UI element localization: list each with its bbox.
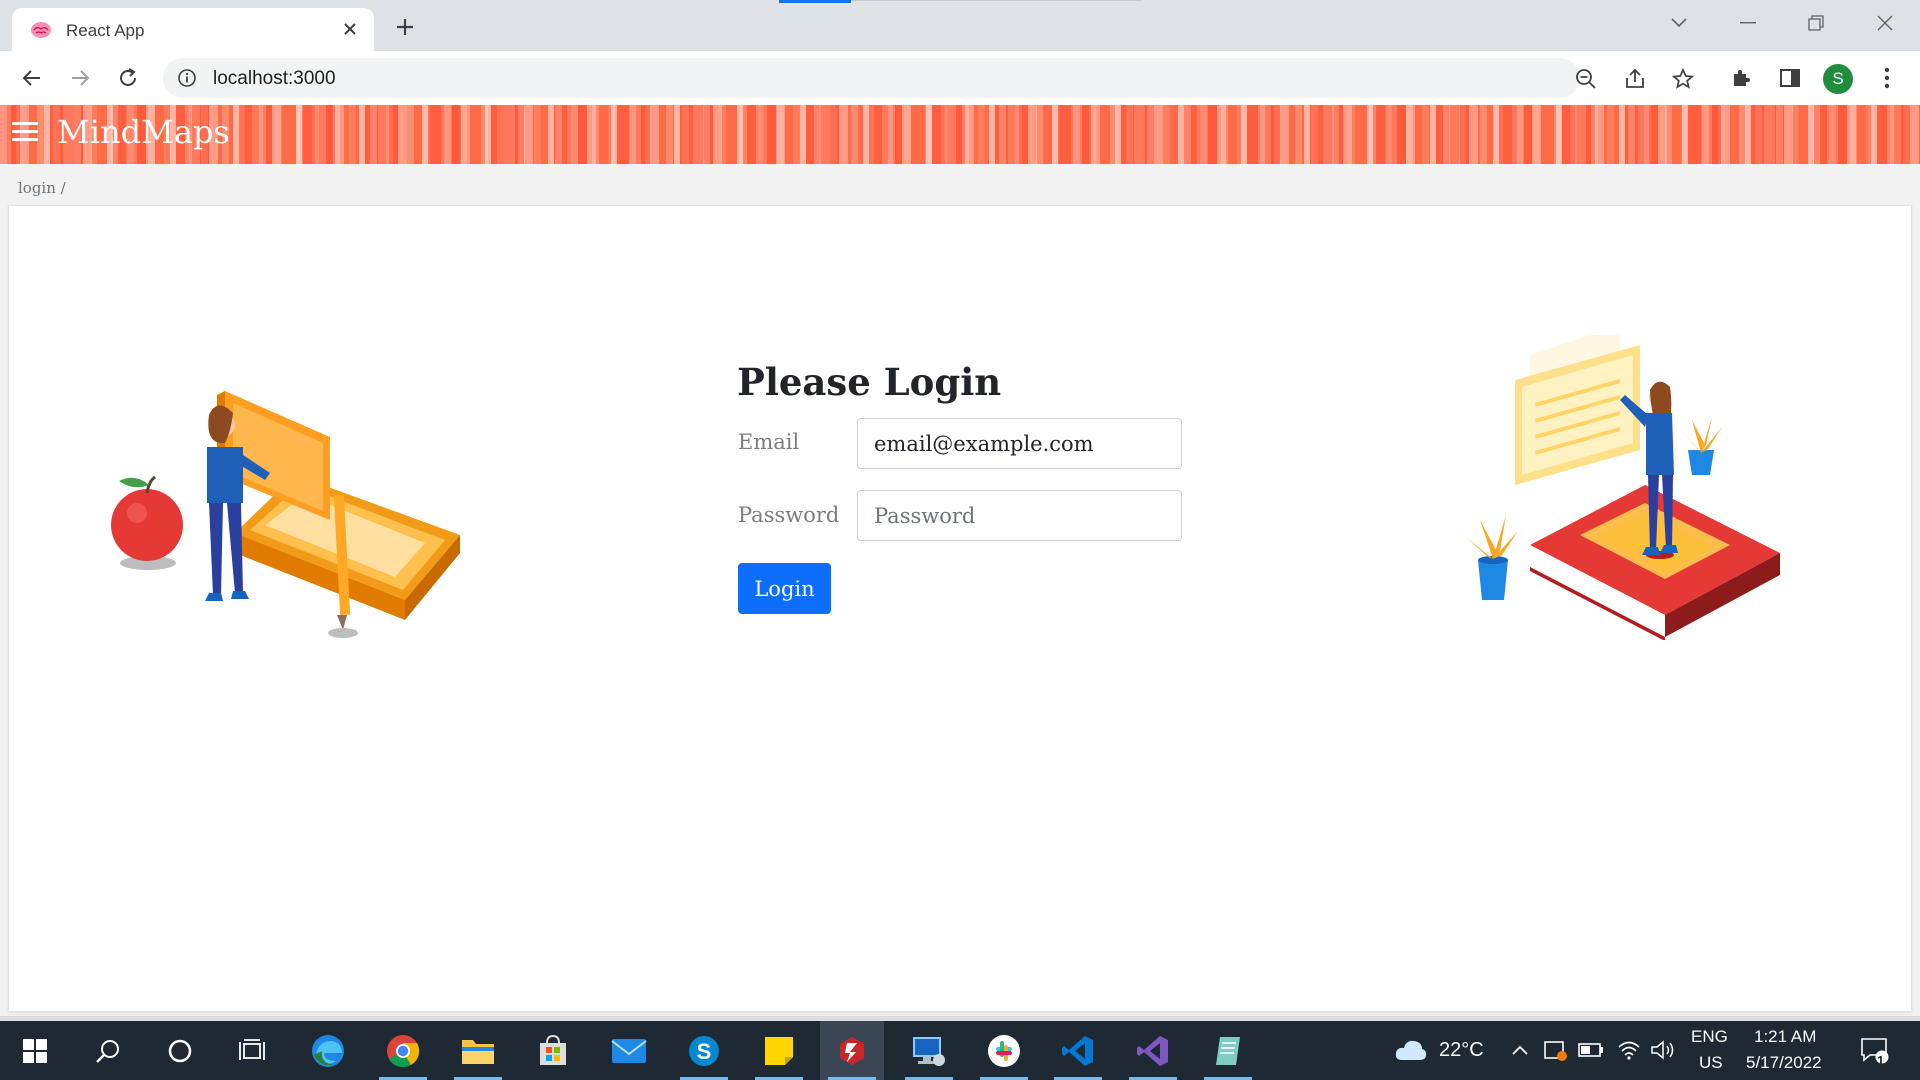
login-button[interactable]: Login bbox=[738, 563, 831, 614]
close-tab-icon[interactable] bbox=[338, 17, 362, 41]
bookmark-star-icon[interactable] bbox=[1670, 66, 1696, 92]
svg-text:S: S bbox=[697, 1039, 712, 1064]
edge-icon[interactable] bbox=[296, 1021, 360, 1080]
mail-icon[interactable] bbox=[597, 1021, 661, 1080]
security-alert-icon[interactable] bbox=[1542, 1037, 1568, 1063]
search-icon[interactable] bbox=[76, 1021, 140, 1080]
hamburger-menu-icon[interactable] bbox=[12, 122, 38, 144]
minimize-icon[interactable] bbox=[1730, 8, 1766, 38]
breadcrumb[interactable]: login / bbox=[18, 179, 66, 197]
password-field[interactable] bbox=[857, 490, 1182, 541]
restore-icon[interactable] bbox=[1798, 8, 1834, 38]
profile-avatar[interactable]: S bbox=[1823, 64, 1853, 94]
address-bar[interactable]: localhost:3000 bbox=[163, 58, 1694, 98]
forward-icon[interactable] bbox=[64, 62, 96, 94]
browser-tab-strip: React App bbox=[0, 0, 1920, 51]
login-title: Please Login bbox=[737, 360, 1002, 404]
microsoft-store-icon[interactable] bbox=[521, 1021, 585, 1080]
reload-icon[interactable] bbox=[112, 62, 144, 94]
vscode-icon[interactable] bbox=[1046, 1021, 1110, 1080]
back-icon[interactable] bbox=[16, 62, 48, 94]
task-view-icon[interactable] bbox=[220, 1021, 284, 1080]
volume-icon[interactable] bbox=[1650, 1037, 1676, 1063]
brand-title[interactable]: MindMaps bbox=[57, 113, 230, 151]
tab-strip-divider bbox=[851, 0, 1141, 1]
wifi-icon[interactable] bbox=[1616, 1037, 1642, 1063]
slack-icon[interactable] bbox=[972, 1021, 1036, 1080]
password-label: Password bbox=[738, 503, 840, 527]
url-text: localhost:3000 bbox=[213, 68, 336, 89]
browser-tab[interactable]: React App bbox=[12, 8, 374, 51]
cortana-icon[interactable] bbox=[148, 1021, 212, 1080]
close-window-icon[interactable] bbox=[1867, 8, 1903, 38]
skype-icon[interactable]: S bbox=[672, 1021, 736, 1080]
email-label: Email bbox=[738, 430, 800, 454]
browser-toolbar: localhost:3000 S bbox=[0, 51, 1920, 105]
site-info-icon[interactable] bbox=[177, 68, 197, 88]
email-field[interactable] bbox=[857, 418, 1182, 469]
weather-temperature[interactable]: 22°C bbox=[1439, 1039, 1484, 1062]
tab-loading-indicator bbox=[779, 0, 851, 3]
notification-count: 1 bbox=[1877, 1053, 1885, 1068]
notepad-icon[interactable] bbox=[1196, 1021, 1260, 1080]
weather-cloud-icon[interactable] bbox=[1393, 1037, 1429, 1063]
extensions-icon[interactable] bbox=[1728, 64, 1756, 92]
chrome-icon[interactable] bbox=[371, 1021, 435, 1080]
visual-studio-icon[interactable] bbox=[1121, 1021, 1185, 1080]
app-logo-icon[interactable] bbox=[820, 1021, 884, 1080]
app-header: MindMaps bbox=[0, 105, 1920, 164]
brain-icon bbox=[31, 22, 51, 38]
study-illustration-left bbox=[111, 391, 460, 638]
show-hidden-icons-icon[interactable] bbox=[1507, 1037, 1533, 1063]
windows-taskbar: S 22°C ENG US 1:21 AM 5/17/2022 1 bbox=[0, 1021, 1920, 1080]
share-icon[interactable] bbox=[1622, 66, 1648, 92]
remote-desktop-icon[interactable] bbox=[897, 1021, 961, 1080]
sticky-notes-icon[interactable] bbox=[747, 1021, 811, 1080]
battery-icon[interactable] bbox=[1578, 1037, 1604, 1063]
tab-title: React App bbox=[66, 21, 145, 40]
notification-center-icon[interactable] bbox=[1858, 1037, 1892, 1064]
file-explorer-icon[interactable] bbox=[446, 1021, 510, 1080]
clock-date[interactable]: 5/17/2022 bbox=[1746, 1053, 1822, 1073]
study-illustration-right bbox=[1466, 335, 1780, 640]
zoom-out-icon[interactable] bbox=[1573, 66, 1599, 92]
new-tab-icon[interactable] bbox=[390, 12, 420, 42]
tab-search-icon[interactable] bbox=[1661, 8, 1697, 38]
windows-start-icon[interactable] bbox=[3, 1021, 67, 1080]
side-panel-icon[interactable] bbox=[1776, 64, 1804, 92]
clock-time[interactable]: 1:21 AM bbox=[1754, 1027, 1816, 1047]
more-menu-icon[interactable] bbox=[1873, 64, 1901, 92]
input-language[interactable]: ENG bbox=[1691, 1027, 1728, 1047]
input-region[interactable]: US bbox=[1699, 1053, 1723, 1073]
